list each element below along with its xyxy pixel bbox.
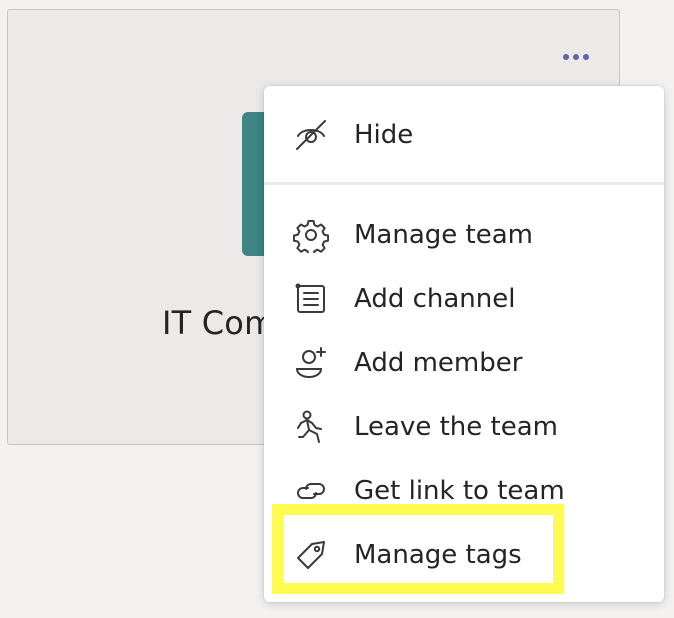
menu-item-get-link[interactable]: Get link to team [264,463,664,519]
menu-item-label: Manage team [354,220,533,250]
menu-item-hide[interactable]: Hide [264,107,664,163]
menu-item-manage-team[interactable]: Manage team [264,207,664,263]
more-options-button[interactable] [556,44,596,70]
menu-item-add-member[interactable]: Add member [264,335,664,391]
gear-icon [293,217,329,253]
menu-item-label: Get link to team [354,476,565,506]
team-name: IT Com [162,304,276,342]
menu-item-label: Add channel [354,284,516,314]
menu-divider [264,182,664,185]
more-dot [563,54,569,60]
channel-list-icon [293,281,329,317]
menu-item-label: Hide [354,120,414,150]
team-context-menu: Hide Manage team Add channel Add member … [264,86,664,602]
menu-item-label: Leave the team [354,412,558,442]
more-dot [573,54,579,60]
menu-item-manage-tags[interactable]: Manage tags [264,527,664,583]
link-icon [293,473,329,509]
menu-item-label: Manage tags [354,540,522,570]
menu-item-add-channel[interactable]: Add channel [264,271,664,327]
more-dot [583,54,589,60]
running-person-icon [293,409,329,445]
add-person-icon [293,345,329,381]
menu-item-label: Add member [354,348,523,378]
menu-item-leave-team[interactable]: Leave the team [264,399,664,455]
tag-icon [293,537,329,573]
eye-off-icon [293,117,329,153]
